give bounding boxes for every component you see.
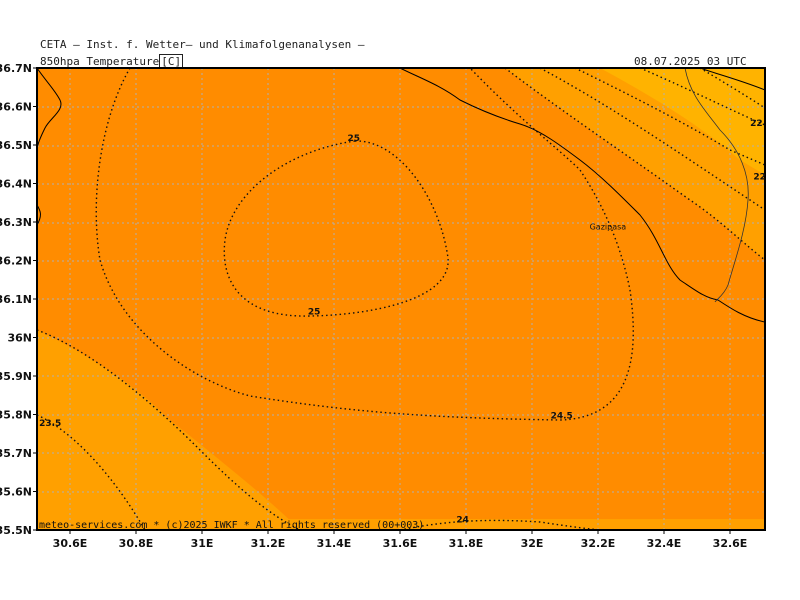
lon-label: 31.4E bbox=[317, 537, 352, 550]
lat-label: 36.4N bbox=[0, 178, 32, 191]
contour-label: 22 bbox=[750, 119, 763, 129]
contour-label: 24.5 bbox=[551, 411, 573, 421]
map-body bbox=[37, 68, 765, 530]
lat-label: 35.5N bbox=[0, 524, 32, 537]
lat-label: 35.6N bbox=[0, 486, 32, 499]
place-label: Gazipasa bbox=[590, 223, 627, 232]
lat-label: 35.8N bbox=[0, 409, 32, 422]
lon-label: 32.4E bbox=[647, 537, 682, 550]
contour-label: 23.5 bbox=[39, 419, 61, 429]
lon-label: 32.2E bbox=[581, 537, 616, 550]
lon-label: 32.6E bbox=[713, 537, 748, 550]
lat-label: 36.3N bbox=[0, 216, 32, 229]
lat-label: 36.7N bbox=[0, 62, 32, 75]
place-labels: Gazipasa bbox=[590, 223, 627, 232]
lat-label: 36.5N bbox=[0, 139, 32, 152]
lon-label: 31E bbox=[191, 537, 214, 550]
lon-label: 30.6E bbox=[53, 537, 88, 550]
lon-label: 31.2E bbox=[251, 537, 286, 550]
lat-label: 36.6N bbox=[0, 101, 32, 114]
weather-map: 252524.523.5242222 Gazipasa 36.7N36.6N36… bbox=[0, 62, 766, 550]
lon-label: 32E bbox=[521, 537, 544, 550]
contour-label: 24 bbox=[456, 515, 469, 525]
longitude-labels: 30.6E 30.8E 31E 31.2E 31.4E 31.6E 31.8E 32E 32.2… bbox=[53, 530, 748, 550]
latitude-labels: 36.7N 36.6N 36.5N 36.4N 36.3N 36.2N 36.1N 36N 35… bbox=[0, 62, 37, 537]
lat-label: 36.1N bbox=[0, 293, 32, 306]
lon-label: 30.8E bbox=[119, 537, 154, 550]
contour-label: 25 bbox=[348, 134, 361, 144]
lat-label: 36N bbox=[7, 332, 32, 345]
lon-label: 31.6E bbox=[383, 537, 418, 550]
lat-label: 35.9N bbox=[0, 370, 32, 383]
contour-label: 22 bbox=[753, 173, 766, 183]
copyright-text: meteo-services.com * (c)2025 IWKF * All … bbox=[39, 520, 424, 531]
contour-label: 25 bbox=[308, 307, 321, 317]
lat-label: 35.7N bbox=[0, 447, 32, 460]
lon-label: 31.8E bbox=[449, 537, 484, 550]
lat-label: 36.2N bbox=[0, 255, 32, 268]
